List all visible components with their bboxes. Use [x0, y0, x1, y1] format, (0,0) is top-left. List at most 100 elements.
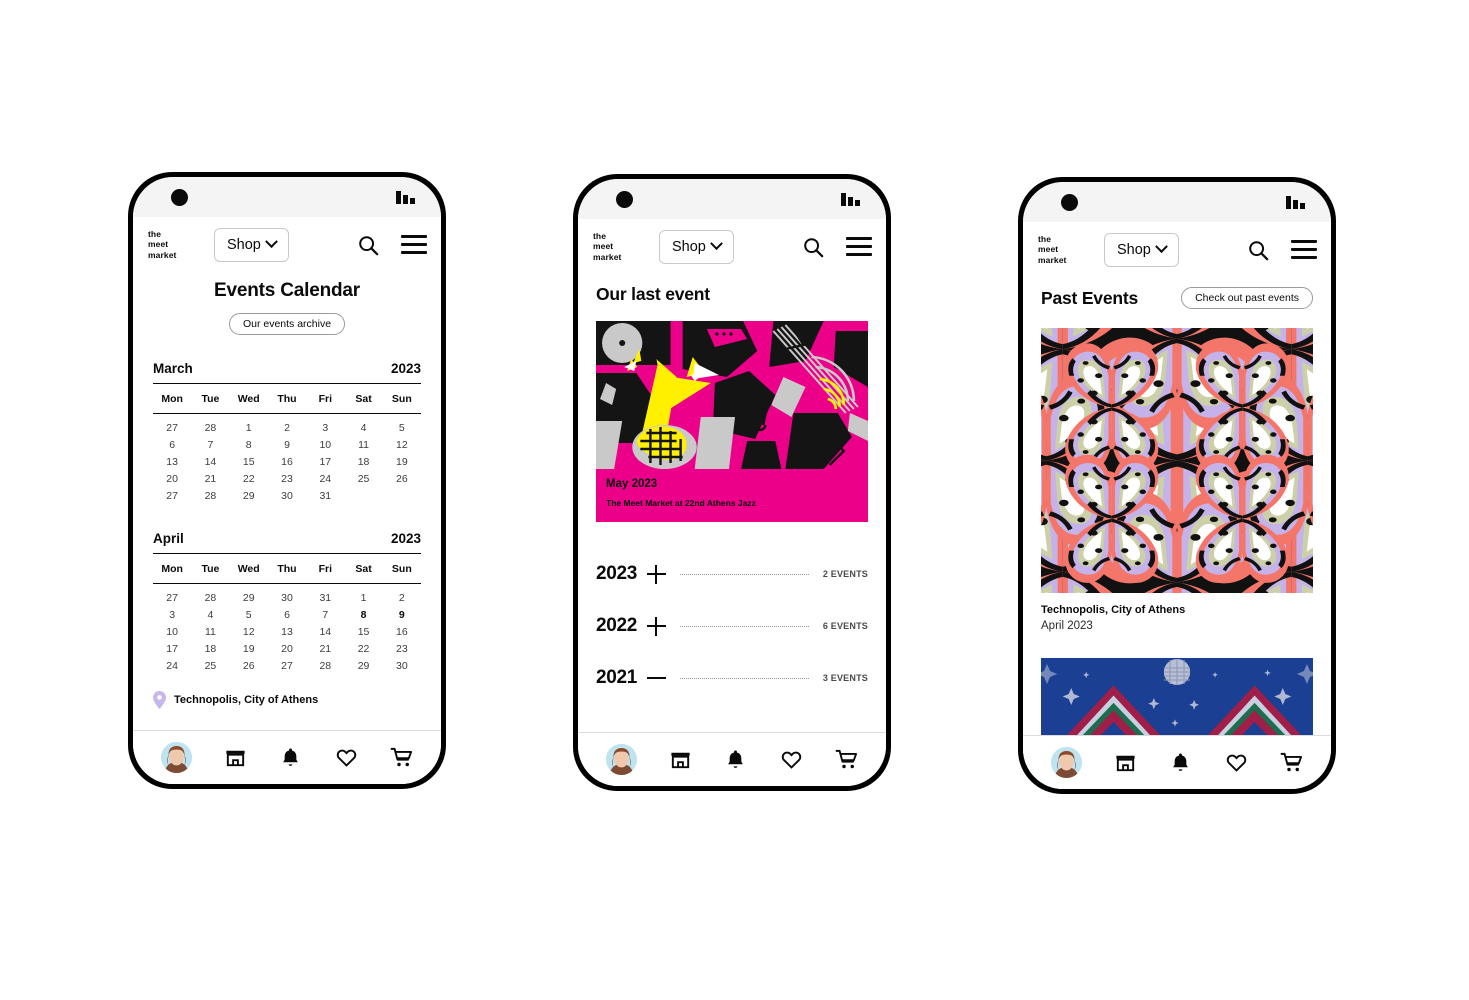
profile-avatar[interactable]: [606, 744, 638, 775]
heart-icon[interactable]: [780, 748, 803, 771]
calendar-day[interactable]: 29: [230, 488, 268, 505]
brand-logo[interactable]: the meet market: [1038, 234, 1086, 266]
calendar-day[interactable]: 28: [191, 420, 229, 437]
brand-logo[interactable]: the meet market: [148, 229, 196, 261]
calendar-day-highlighted[interactable]: 9: [383, 607, 421, 624]
shop-dropdown-button[interactable]: Shop: [214, 227, 289, 262]
calendar-day[interactable]: 17: [306, 454, 344, 471]
calendar-day[interactable]: 27: [153, 590, 191, 607]
calendar-day[interactable]: 10: [153, 624, 191, 641]
calendar-day[interactable]: 10: [306, 437, 344, 454]
calendar-day[interactable]: 16: [383, 624, 421, 641]
shopping-cart-icon[interactable]: [835, 748, 858, 771]
year-row-2022[interactable]: 2022 6 EVENTS: [596, 600, 868, 652]
event-poster-card[interactable]: May 2023 The Meet Market at 22nd Athens …: [596, 321, 868, 522]
calendar-day[interactable]: 30: [268, 488, 306, 505]
calendar-day[interactable]: 29: [344, 658, 382, 675]
calendar-day[interactable]: 19: [230, 641, 268, 658]
calendar-day[interactable]: 8: [230, 437, 268, 454]
calendar-day-highlighted[interactable]: 8: [344, 607, 382, 624]
calendar-day[interactable]: 14: [191, 454, 229, 471]
butterfly-kaleidoscope-artwork[interactable]: [1041, 328, 1313, 593]
calendar-day[interactable]: 18: [344, 454, 382, 471]
events-archive-button[interactable]: Our events archive: [228, 313, 346, 335]
storefront-icon[interactable]: [669, 748, 692, 771]
calendar-day[interactable]: 20: [268, 641, 306, 658]
calendar-day[interactable]: 27: [268, 658, 306, 675]
hamburger-menu-icon[interactable]: [846, 237, 872, 256]
calendar-day[interactable]: 4: [191, 607, 229, 624]
calendar-day[interactable]: 1: [230, 420, 268, 437]
calendar-day[interactable]: 27: [153, 420, 191, 437]
calendar-day[interactable]: 23: [383, 641, 421, 658]
calendar-day[interactable]: 5: [230, 607, 268, 624]
expand-plus-icon[interactable]: [647, 616, 667, 636]
bell-icon[interactable]: [1169, 751, 1192, 774]
calendar-day[interactable]: 20: [153, 471, 191, 488]
heart-icon[interactable]: [1225, 751, 1248, 774]
calendar-day[interactable]: 2: [383, 590, 421, 607]
profile-avatar[interactable]: [161, 742, 193, 773]
calendar-day[interactable]: 26: [383, 471, 421, 488]
calendar-day[interactable]: 24: [306, 471, 344, 488]
calendar-day[interactable]: 14: [306, 624, 344, 641]
calendar-day[interactable]: 31: [306, 488, 344, 505]
calendar-day[interactable]: 25: [344, 471, 382, 488]
calendar-day[interactable]: 29: [230, 590, 268, 607]
blue-chevron-disco-artwork[interactable]: [1041, 658, 1313, 735]
brand-logo[interactable]: the meet market: [593, 231, 641, 263]
calendar-day[interactable]: 11: [344, 437, 382, 454]
calendar-day[interactable]: 6: [268, 607, 306, 624]
year-row-2023[interactable]: 2023 2 EVENTS: [596, 548, 868, 600]
shopping-cart-icon[interactable]: [1280, 751, 1303, 774]
shop-dropdown-button[interactable]: Shop: [659, 229, 734, 264]
calendar-day[interactable]: 17: [153, 641, 191, 658]
hamburger-menu-icon[interactable]: [1291, 240, 1317, 259]
calendar-day[interactable]: 6: [153, 437, 191, 454]
calendar-day[interactable]: 5: [383, 420, 421, 437]
calendar-day[interactable]: 7: [191, 437, 229, 454]
search-icon[interactable]: [1247, 239, 1269, 261]
calendar-day[interactable]: 22: [230, 471, 268, 488]
bell-icon[interactable]: [724, 748, 747, 771]
calendar-day[interactable]: 28: [306, 658, 344, 675]
shop-dropdown-button[interactable]: Shop: [1104, 232, 1179, 267]
calendar-day[interactable]: 28: [191, 488, 229, 505]
calendar-day[interactable]: 30: [383, 658, 421, 675]
bell-icon[interactable]: [279, 746, 302, 769]
calendar-day[interactable]: 25: [191, 658, 229, 675]
calendar-day[interactable]: 7: [306, 607, 344, 624]
calendar-day[interactable]: 16: [268, 454, 306, 471]
storefront-icon[interactable]: [224, 746, 247, 769]
calendar-day[interactable]: 13: [268, 624, 306, 641]
calendar-day[interactable]: 13: [153, 454, 191, 471]
calendar-day[interactable]: 3: [306, 420, 344, 437]
calendar-day[interactable]: 18: [191, 641, 229, 658]
calendar-day[interactable]: 27: [153, 488, 191, 505]
calendar-day[interactable]: 26: [230, 658, 268, 675]
search-icon[interactable]: [357, 234, 379, 256]
calendar-day[interactable]: 22: [344, 641, 382, 658]
calendar-day[interactable]: 19: [383, 454, 421, 471]
shopping-cart-icon[interactable]: [390, 746, 413, 769]
calendar-day[interactable]: 24: [153, 658, 191, 675]
collapse-minus-icon[interactable]: [647, 669, 667, 688]
calendar-day[interactable]: 3: [153, 607, 191, 624]
calendar-day[interactable]: 9: [268, 437, 306, 454]
year-row-2021[interactable]: 2021 3 EVENTS: [596, 652, 868, 704]
calendar-day[interactable]: 12: [383, 437, 421, 454]
check-past-events-button[interactable]: Check out past events: [1181, 287, 1313, 309]
calendar-day[interactable]: 2: [268, 420, 306, 437]
expand-plus-icon[interactable]: [647, 564, 667, 584]
heart-icon[interactable]: [335, 746, 358, 769]
storefront-icon[interactable]: [1114, 751, 1137, 774]
hamburger-menu-icon[interactable]: [401, 235, 427, 254]
calendar-day[interactable]: 15: [230, 454, 268, 471]
profile-avatar[interactable]: [1051, 747, 1083, 778]
calendar-day[interactable]: 4: [344, 420, 382, 437]
calendar-day[interactable]: 15: [344, 624, 382, 641]
calendar-day[interactable]: 12: [230, 624, 268, 641]
calendar-day[interactable]: 11: [191, 624, 229, 641]
calendar-day[interactable]: 23: [268, 471, 306, 488]
search-icon[interactable]: [802, 236, 824, 258]
